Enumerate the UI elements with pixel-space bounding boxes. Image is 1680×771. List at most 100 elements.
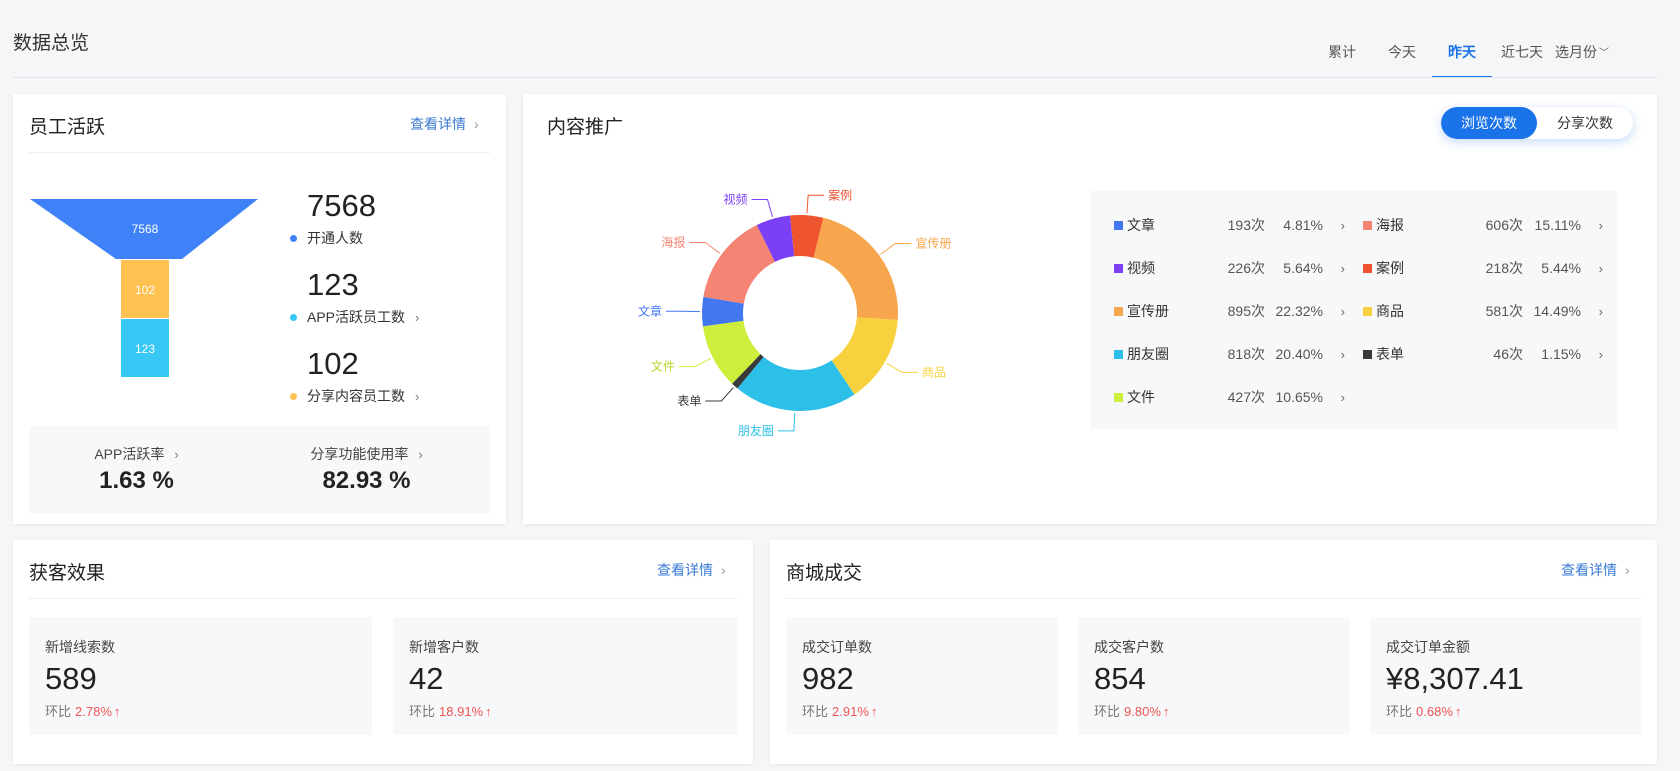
donut-leader-line bbox=[751, 199, 773, 217]
rates-panel: APP活跃率 › 1.63 % 分享功能使用率 › 82.93 % bbox=[29, 426, 490, 513]
toggle-views[interactable]: 浏览次数 bbox=[1441, 107, 1537, 139]
donut-slice-label: 海报 bbox=[661, 234, 685, 249]
funnel-top-label: 7568 bbox=[132, 222, 159, 236]
arrow-up-icon: ↑ bbox=[870, 704, 878, 719]
legend-item-brochure[interactable]: 宣传册 895次 22.32% › bbox=[1114, 301, 1345, 321]
legend-item-file[interactable]: 文件 427次 10.65% › bbox=[1114, 387, 1345, 407]
chevron-right-icon: › bbox=[1598, 303, 1603, 319]
header-divider bbox=[13, 77, 1657, 78]
tab-today[interactable]: 今天 bbox=[1372, 26, 1432, 78]
view-details-link[interactable]: 查看详情 › bbox=[1561, 560, 1630, 580]
content-legend: 文章 193次 4.81% › 海报 606次 15.11% › 视频 226次 5.64% › … bbox=[1090, 191, 1617, 429]
chevron-right-icon: › bbox=[1625, 562, 1630, 578]
chevron-right-icon: › bbox=[1598, 260, 1603, 276]
metric-activated-value: 7568 bbox=[307, 188, 376, 223]
card-title: 获客效果 bbox=[29, 563, 106, 584]
donut-slice-label: 朋友圈 bbox=[738, 424, 774, 438]
donut-leader-line bbox=[689, 241, 721, 254]
arrow-up-icon: ↑ bbox=[1454, 704, 1462, 719]
tab-cumulative[interactable]: 累计 bbox=[1312, 26, 1372, 78]
legend-swatch bbox=[1363, 349, 1372, 359]
stat-value: 589 bbox=[45, 661, 97, 696]
donut-slice-label: 宣传册 bbox=[915, 236, 951, 251]
stat-comparison: 环比 2.78% ↑ bbox=[45, 704, 121, 719]
legend-item-form[interactable]: 表单 46次 1.15% › bbox=[1363, 344, 1603, 364]
chevron-right-icon: › bbox=[1340, 346, 1345, 362]
donut-slice-label: 商品 bbox=[922, 364, 946, 379]
card-divider bbox=[786, 598, 1641, 599]
card-divider bbox=[29, 152, 490, 153]
chevron-right-icon: › bbox=[418, 447, 423, 462]
card-title: 商城成交 bbox=[786, 563, 863, 584]
chevron-down-icon: ﹀ bbox=[1599, 48, 1609, 59]
metric-app-active-label[interactable]: APP活跃员工数 › bbox=[290, 307, 419, 327]
tab-last-seven-days[interactable]: 近七天 bbox=[1492, 26, 1552, 78]
chevron-right-icon: › bbox=[174, 447, 179, 462]
chevron-right-icon: › bbox=[474, 116, 479, 132]
chevron-right-icon: › bbox=[1340, 389, 1345, 405]
period-tabs: 累计 今天 昨天 近七天 选月份 ﹀ bbox=[1312, 26, 1612, 78]
stat-comparison: 环比 0.68% ↑ bbox=[1386, 704, 1462, 719]
view-details-link[interactable]: 查看详情 › bbox=[410, 114, 479, 134]
donut-slice-label: 视频 bbox=[724, 192, 748, 207]
stat-value: 42 bbox=[409, 661, 444, 696]
stat-new-leads: 新增线索数 589 环比 2.78% ↑ bbox=[29, 617, 372, 735]
chevron-right-icon: › bbox=[1340, 303, 1345, 319]
metric-dot bbox=[290, 234, 297, 242]
stat-value: ¥8,307.41 bbox=[1386, 661, 1524, 696]
legend-item-case[interactable]: 案例 218次 5.44% › bbox=[1363, 258, 1603, 278]
metric-toggle: 浏览次数 分享次数 bbox=[1441, 107, 1633, 139]
donut-leader-line bbox=[880, 243, 912, 255]
donut-leader-line bbox=[678, 357, 712, 368]
metric-dot bbox=[290, 313, 297, 321]
legend-swatch bbox=[1114, 349, 1123, 359]
tab-yesterday[interactable]: 昨天 bbox=[1432, 26, 1492, 78]
chevron-right-icon: › bbox=[415, 309, 420, 325]
tab-select-month[interactable]: 选月份 ﹀ bbox=[1552, 26, 1612, 78]
legend-swatch bbox=[1114, 392, 1123, 402]
metric-sharing-label[interactable]: 分享内容员工数 › bbox=[290, 386, 419, 406]
stat-label: 成交订单金额 bbox=[1386, 639, 1470, 655]
chevron-right-icon: › bbox=[1340, 217, 1345, 233]
stat-new-customers: 新增客户数 42 环比 18.91% ↑ bbox=[393, 617, 737, 735]
donut-leader-line bbox=[806, 194, 825, 214]
metric-sharing-value: 102 bbox=[307, 346, 359, 381]
toggle-shares[interactable]: 分享次数 bbox=[1537, 107, 1633, 139]
stat-comparison: 环比 9.80% ↑ bbox=[1094, 704, 1170, 719]
stat-label: 新增线索数 bbox=[45, 639, 115, 655]
stat-label: 成交客户数 bbox=[1094, 639, 1164, 655]
stat-value: 854 bbox=[1094, 661, 1146, 696]
stat-customers: 成交客户数 854 环比 9.80% ↑ bbox=[1078, 617, 1350, 735]
legend-swatch bbox=[1363, 220, 1372, 230]
share-usage-rate-label[interactable]: 分享功能使用率 › bbox=[259, 444, 474, 464]
arrow-up-icon: ↑ bbox=[485, 704, 492, 719]
chevron-right-icon: › bbox=[1340, 260, 1345, 276]
funnel-bottom-label: 123 bbox=[135, 342, 155, 356]
donut-slice[interactable] bbox=[813, 217, 898, 321]
stat-comparison: 环比 18.91% ↑ bbox=[409, 704, 492, 719]
legend-item-poster[interactable]: 海报 606次 15.11% › bbox=[1363, 215, 1603, 235]
metric-activated-label: 开通人数 bbox=[290, 228, 363, 248]
funnel-middle-label: 102 bbox=[135, 283, 155, 297]
legend-swatch bbox=[1114, 263, 1123, 273]
legend-item-article[interactable]: 文章 193次 4.81% › bbox=[1114, 215, 1345, 235]
share-usage-rate-value: 82.93 % bbox=[322, 467, 411, 494]
donut-slice-label: 表单 bbox=[677, 394, 701, 408]
stat-orders: 成交订单数 982 环比 2.91% ↑ bbox=[786, 617, 1058, 735]
stat-value: 982 bbox=[802, 661, 854, 696]
legend-swatch bbox=[1114, 306, 1123, 316]
legend-item-product[interactable]: 商品 581次 14.49% › bbox=[1363, 301, 1603, 321]
chevron-right-icon: › bbox=[721, 562, 726, 578]
mall-card: 商城成交 查看详情 › 成交订单数 982 环比 2.91% ↑ 成交客户数 854 … bbox=[770, 540, 1657, 764]
app-active-rate-label[interactable]: APP活跃率 › bbox=[29, 444, 244, 464]
legend-swatch bbox=[1363, 263, 1372, 273]
view-details-link[interactable]: 查看详情 › bbox=[657, 560, 726, 580]
stat-order-amount: 成交订单金额 ¥8,307.41 环比 0.68% ↑ bbox=[1370, 617, 1641, 735]
page-title: 数据总览 bbox=[13, 33, 90, 54]
metric-dot bbox=[290, 392, 297, 400]
legend-item-video[interactable]: 视频 226次 5.64% › bbox=[1114, 258, 1345, 278]
legend-swatch bbox=[1363, 306, 1372, 316]
legend-item-moments[interactable]: 朋友圈 818次 20.40% › bbox=[1114, 344, 1345, 364]
donut-slice-label: 文章 bbox=[638, 303, 662, 318]
donut-leader-line bbox=[705, 387, 734, 402]
